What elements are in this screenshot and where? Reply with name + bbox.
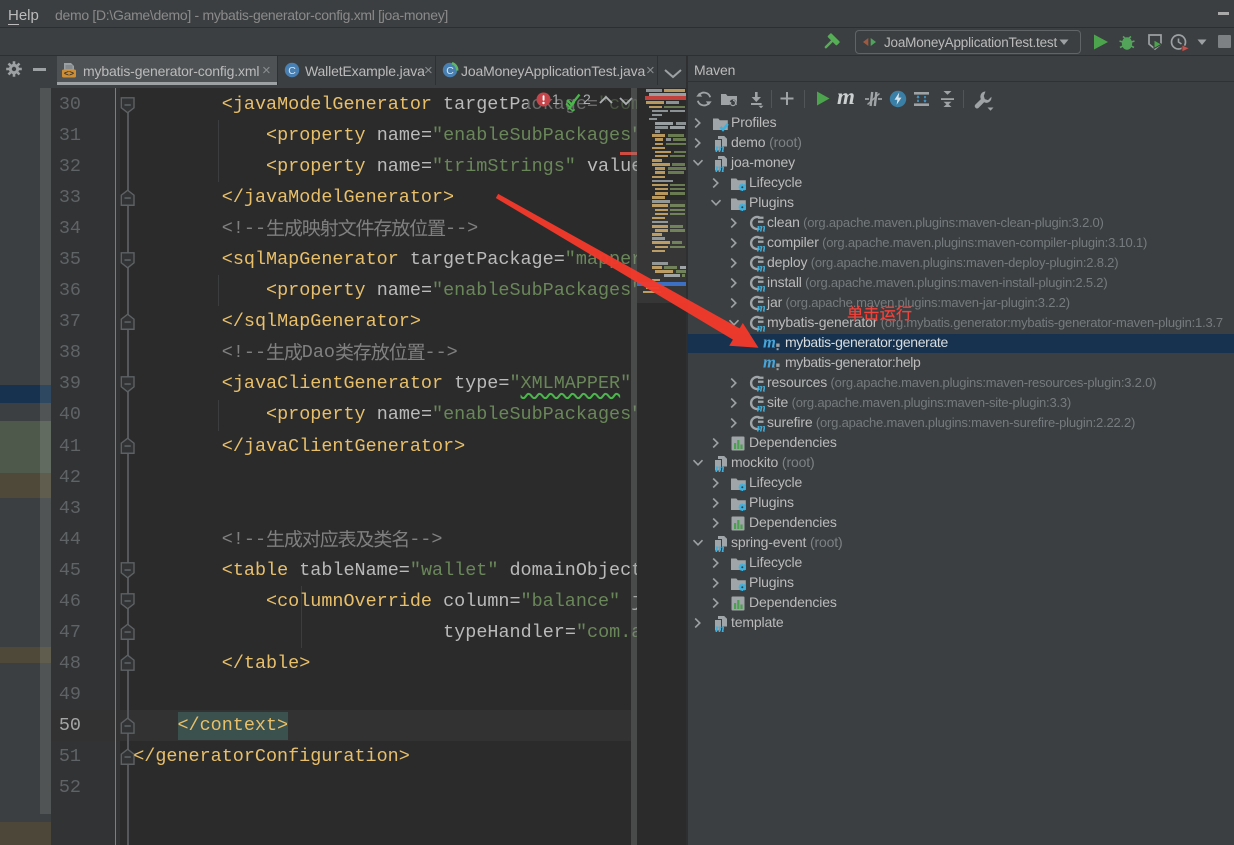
svg-text:m: m [715,141,724,152]
svg-text:m: m [757,403,765,412]
svg-text:m: m [757,383,765,392]
svg-text:m: m [715,461,724,472]
svg-text:C: C [288,65,296,77]
svg-text:m: m [715,541,724,552]
svg-text:<>: <> [64,69,74,78]
svg-text:m: m [757,423,765,432]
svg-text:m: m [715,161,724,172]
svg-text:C: C [446,65,454,77]
svg-text:m: m [715,621,724,632]
